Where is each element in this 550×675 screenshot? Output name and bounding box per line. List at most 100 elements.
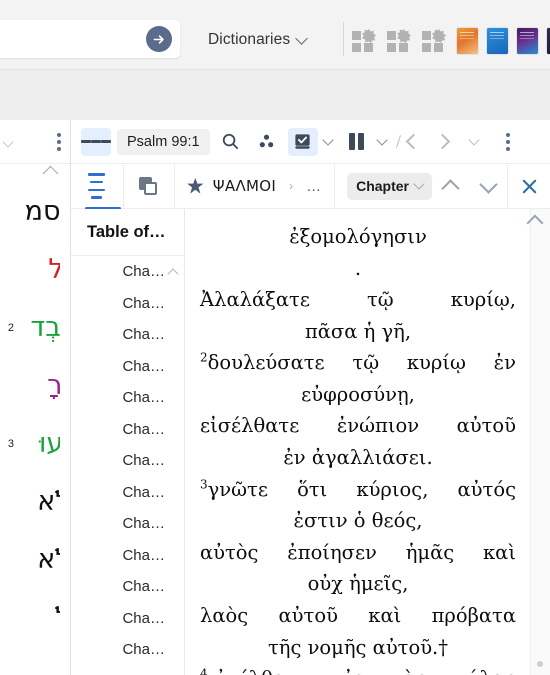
chapter-label: Chapter xyxy=(356,178,410,194)
reference-box[interactable]: Psalm 99:1 xyxy=(117,128,210,155)
chevron-down-icon[interactable] xyxy=(2,136,14,148)
close-navigation-button[interactable] xyxy=(508,164,550,209)
navigation-toolbar: ΨΑΛΜΟΙ › … Chapter xyxy=(71,163,550,209)
chevron-down-icon[interactable] xyxy=(321,133,334,146)
parallel-columns-icon[interactable] xyxy=(342,128,372,156)
toc-item-label: Cha… xyxy=(122,515,165,533)
breadcrumb-ellipsis: … xyxy=(306,177,322,195)
breadcrumb-separator: › xyxy=(289,179,294,193)
vertical-scrollbar[interactable] xyxy=(530,209,550,675)
hamburger-menu-icon[interactable] xyxy=(81,127,111,156)
toc-item-label: Cha… xyxy=(122,389,165,407)
table-of-contents-panel: Table of… Cha… Cha… Cha… Cha… Cha… Cha… … xyxy=(71,209,185,675)
verse-line: ἐξομολόγησιν xyxy=(289,225,427,248)
next-chapter-button[interactable] xyxy=(470,164,508,209)
list-item[interactable]: Cha… xyxy=(71,445,184,477)
book-check-icon[interactable] xyxy=(287,127,318,156)
book-cover-purple[interactable] xyxy=(517,28,538,54)
list-item[interactable]: Cha… xyxy=(71,351,184,383)
separator-tick xyxy=(395,135,401,148)
verse-line: εἰσέλθατε ἐνώπιον αὐτοῦ xyxy=(200,414,516,438)
verse-line-numbered: 3γνῶτε ὅτι κύριος, αὐτός xyxy=(200,474,516,506)
chevron-up-icon[interactable] xyxy=(167,268,179,280)
collection-icon[interactable] xyxy=(387,29,413,53)
toc-item-label: Cha… xyxy=(122,452,165,470)
verse-line: ἐστιν ὁ θεός, xyxy=(293,509,423,533)
hebrew-line: בְּרָ xyxy=(47,372,60,399)
previous-chapter-button[interactable] xyxy=(432,164,470,209)
list-item[interactable]: Cha… xyxy=(71,382,184,414)
copy-panels-icon[interactable] xyxy=(124,164,174,209)
page-title: Table of… xyxy=(71,209,184,256)
verse-line: τῆς νομῆς αὐτοῦ.† xyxy=(267,635,448,659)
list-item[interactable]: Cha… xyxy=(71,288,184,320)
toc-item-label: Cha… xyxy=(122,578,165,596)
verse-line: αὐτὸς ἐποίησεν ἡμᾶς καὶ xyxy=(200,540,516,564)
toc-item-label: Cha… xyxy=(122,420,165,438)
search-box[interactable] xyxy=(0,20,180,58)
list-item[interactable]: Cha… xyxy=(71,666,184,675)
close-icon xyxy=(522,179,536,193)
chevron-down-icon[interactable] xyxy=(467,133,480,146)
star-bookmark-icon[interactable] xyxy=(187,177,204,194)
more-vertical-icon[interactable] xyxy=(57,132,61,151)
search-submit-button[interactable] xyxy=(146,26,172,52)
three-dots-cluster-icon[interactable] xyxy=(252,128,282,156)
collection-icon[interactable] xyxy=(352,29,378,53)
search-icon[interactable] xyxy=(216,128,246,156)
hebrew-line: כָּל xyxy=(48,256,60,283)
verse-line: γνῶτε ὅτι κύριος, αὐτός xyxy=(207,477,516,501)
breadcrumb[interactable]: ΨΑΛΜΟΙ › … xyxy=(175,164,321,209)
list-item[interactable]: Cha… xyxy=(71,477,184,509)
verse-number: 3 xyxy=(200,477,208,492)
reference-label: Psalm 99:1 xyxy=(127,133,200,150)
verse-number: 2 xyxy=(7,322,14,334)
book-cover-blue[interactable] xyxy=(487,28,508,54)
dictionaries-label: Dictionaries xyxy=(208,31,291,48)
search-input[interactable] xyxy=(0,31,146,47)
book-cover-orange[interactable] xyxy=(457,28,478,54)
toc-item-label: Cha… xyxy=(122,483,165,501)
verse-number: 4 xyxy=(200,666,208,675)
verse-number: 2 xyxy=(200,350,208,365)
chevron-up-icon[interactable] xyxy=(42,165,59,182)
toc-item-label: Cha… xyxy=(122,263,165,281)
verse-number: 3 xyxy=(7,438,14,450)
chevron-right-icon[interactable] xyxy=(434,133,450,150)
dictionaries-dropdown[interactable]: Dictionaries xyxy=(208,28,309,52)
breadcrumb-root: ΨΑΛΜΟΙ xyxy=(212,177,277,195)
toc-item-label: Cha… xyxy=(122,609,165,627)
hebrew-pane-toolbar xyxy=(0,120,70,164)
chapter-selector[interactable]: Chapter xyxy=(335,164,433,209)
toc-item-label: Cha… xyxy=(122,546,165,564)
list-item[interactable]: Cha… xyxy=(71,603,184,635)
list-item[interactable]: Cha… xyxy=(71,508,184,540)
hebrew-line: וְלֹ xyxy=(55,604,60,631)
hebrew-text-column[interactable]: ססמ כָּל עִבְד בְּרָ דְּעוּ וְלֹא וְלֹא … xyxy=(0,164,60,675)
verse-line: Ἀλαλάξατε τῷ κυρίῳ, xyxy=(200,288,516,312)
chevron-left-icon[interactable] xyxy=(405,133,421,150)
list-item[interactable]: Cha… xyxy=(71,634,184,666)
toc-item-label: Cha… xyxy=(122,294,165,312)
list-item[interactable]: Cha… xyxy=(71,319,184,351)
verse-line-numbered: 2δουλεύσατε τῷ κυρίῳ ἐν xyxy=(200,347,516,379)
greek-text-panel[interactable]: ἐξομολόγησιν . Ἀλαλάξατε τῷ κυρίῳ, πᾶσα … xyxy=(186,209,550,675)
list-item[interactable]: Cha… xyxy=(71,414,184,446)
text-list-icon[interactable] xyxy=(71,164,123,209)
arrow-right-circle-icon xyxy=(153,34,164,44)
list-item[interactable]: Cha… xyxy=(71,256,184,288)
chevron-down-icon[interactable] xyxy=(375,133,388,146)
toc-item-label: Cha… xyxy=(122,641,165,659)
more-vertical-icon[interactable] xyxy=(505,132,510,151)
list-item[interactable]: Cha… xyxy=(71,571,184,603)
library-shortcuts xyxy=(352,28,550,54)
hebrew-line: עִבְד xyxy=(30,312,60,343)
resource-toolbar: Psalm 99:1 xyxy=(71,120,550,164)
list-item[interactable]: Cha… xyxy=(71,540,184,572)
verse-line: εἰσέλθατε εἰς τὰς πύλας xyxy=(208,667,516,675)
collection-icon[interactable] xyxy=(422,29,448,53)
toolbar-divider xyxy=(343,22,344,56)
toc-item-label: Cha… xyxy=(122,357,165,375)
hebrew-line: ססמ xyxy=(24,196,60,227)
hebrew-line: וְלֹא xyxy=(37,486,60,517)
